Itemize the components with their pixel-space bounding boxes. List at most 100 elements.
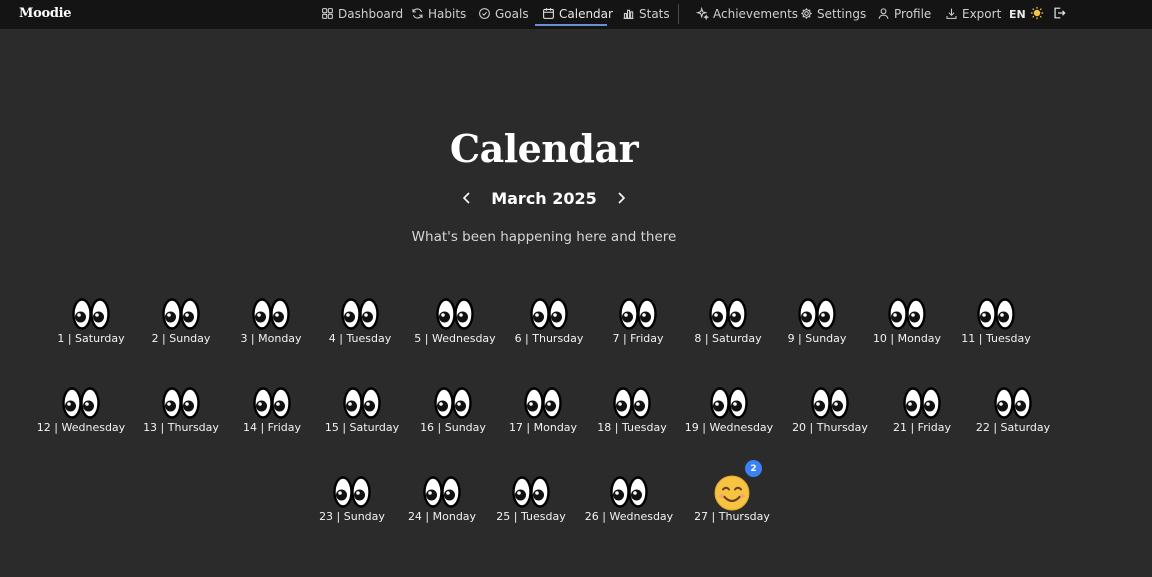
mood-emoji [422,475,462,509]
calendar-day-cell[interactable]: 12 | Wednesday [26,386,136,434]
month-navigator: March 2025 [0,186,1088,210]
previous-month-button[interactable] [459,190,475,206]
mood-emoji [161,386,201,420]
calendar-icon [543,8,554,19]
nav-habits[interactable]: Habits [411,0,466,27]
brand-logo[interactable]: Moodie [19,6,72,21]
next-month-button[interactable] [613,190,629,206]
mood-emoji [902,386,942,420]
eyes-emoji-icon [62,387,100,419]
eyes-emoji-icon [333,476,371,508]
eyes-emoji-icon [436,298,474,330]
nav-settings-label: Settings [817,6,867,21]
mood-emoji [529,297,569,331]
gear-icon [801,8,812,19]
mood-emoji [709,386,749,420]
nav-profile-label: Profile [894,6,932,21]
eyes-emoji-icon [811,387,849,419]
nav-achievements-label: Achievements [713,6,799,21]
eyes-emoji-icon [253,387,291,419]
eyes-emoji-icon [798,298,836,330]
mood-emoji [523,386,563,420]
eyes-emoji-icon [434,387,472,419]
day-label: 25 | Tuesday [496,510,566,523]
chevron-left-icon [462,192,470,204]
day-label: 18 | Tuesday [597,421,667,434]
nav-dashboard[interactable]: Dashboard [321,0,403,27]
nav-divider [678,4,679,24]
day-label: 13 | Thursday [143,421,219,434]
top-navigation-bar: Moodie Dashboard Habits Goals Calendar S… [0,0,1152,29]
mood-emoji [435,297,475,331]
mood-emoji [618,297,658,331]
chevron-right-icon [618,192,626,204]
nav-calendar[interactable]: Calendar [542,0,613,27]
day-label: 6 | Thursday [514,332,584,345]
language-toggle[interactable]: EN [1009,8,1026,21]
eyes-emoji-icon [613,387,651,419]
nav-settings[interactable]: Settings [800,0,866,27]
calendar-day-cell[interactable]: 25 | Tuesday [476,475,586,523]
mood-emoji [340,297,380,331]
calendar-day-cell[interactable]: 2 27 | Thursday [677,460,787,523]
calendar-day-cell[interactable]: 22 | Saturday [958,386,1068,434]
day-label: 20 | Thursday [792,421,868,434]
active-tab-indicator [535,24,607,26]
calendar-day-cell[interactable]: 4 | Tuesday [305,297,415,345]
day-label: 14 | Friday [242,421,302,434]
eyes-emoji-icon [343,387,381,419]
day-label: 24 | Monday [407,510,477,523]
sparkles-icon [696,7,709,20]
nav-achievements[interactable]: Achievements [696,0,798,27]
eyes-emoji-icon [994,387,1032,419]
day-label: 2 | Sunday [151,332,211,345]
nav-export[interactable]: Export [945,0,1001,27]
refresh-icon [412,8,423,19]
mood-emoji: 2 [712,460,762,511]
nav-stats[interactable]: Stats [622,0,670,27]
calendar-day-cell[interactable]: 18 | Tuesday [577,386,687,434]
mood-emoji [887,297,927,331]
mood-emoji [61,386,101,420]
day-label: 5 | Wednesday [414,332,496,345]
eyes-emoji-icon [252,298,290,330]
day-label: 27 | Thursday [694,510,770,523]
day-label: 12 | Wednesday [36,421,126,434]
current-month-label: March 2025 [491,188,597,208]
eyes-emoji-icon [162,387,200,419]
nav-profile[interactable]: Profile [877,0,931,27]
mood-emoji [511,475,551,509]
mood-emoji [251,297,291,331]
calendar-day-cell[interactable]: 19 | Wednesday [674,386,784,434]
day-label: 11 | Tuesday [961,332,1031,345]
mood-emoji [810,386,850,420]
mood-emoji [708,297,748,331]
day-label: 26 | Wednesday [584,510,674,523]
eyes-emoji-icon [888,298,926,330]
mood-emoji [252,386,292,420]
eyes-emoji-icon [524,387,562,419]
nav-goals[interactable]: Goals [478,0,529,27]
page-subtitle: What's been happening here and there [411,229,677,245]
day-label: 7 | Friday [612,332,664,345]
day-label: 17 | Monday [508,421,578,434]
sun-icon[interactable] [1030,6,1044,20]
day-label: 21 | Friday [892,421,952,434]
calendar-day-cell[interactable]: 11 | Tuesday [941,297,1051,345]
logout-icon[interactable] [1052,6,1066,20]
mood-emoji [433,386,473,420]
nav-habits-label: Habits [428,6,467,21]
eyes-emoji-icon [72,298,110,330]
day-label: 19 | Wednesday [684,421,774,434]
eyes-emoji-icon [530,298,568,330]
eyes-emoji-icon [610,476,648,508]
mood-emoji [609,475,649,509]
mood-emoji [993,386,1033,420]
eyes-emoji-icon [423,476,461,508]
eyes-emoji-icon [710,387,748,419]
mood-emoji [797,297,837,331]
calendar-day-cell[interactable]: 26 | Wednesday [574,475,684,523]
mood-emoji [71,297,111,331]
smiling-face-icon [714,475,750,511]
mood-emoji [612,386,652,420]
